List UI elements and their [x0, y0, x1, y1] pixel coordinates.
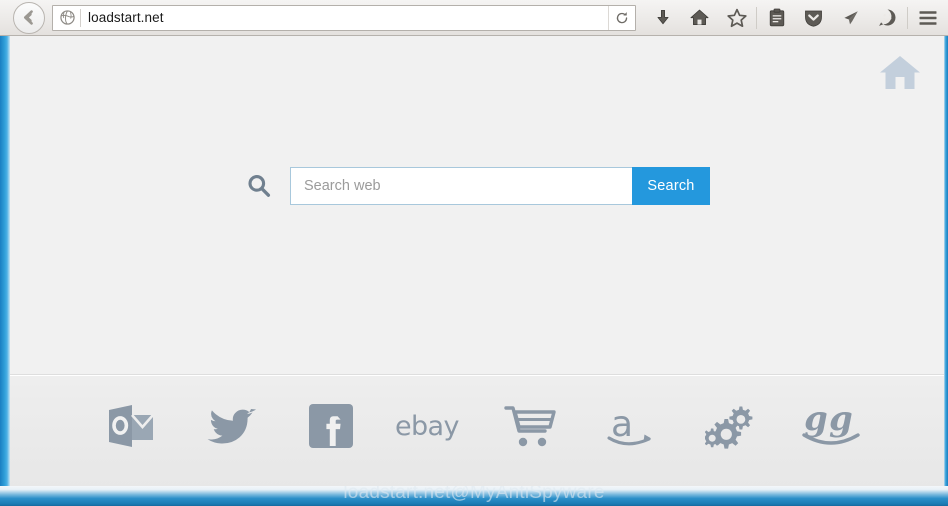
gears-settings-icon — [705, 406, 753, 449]
browser-toolbar: loadstart.net — [0, 0, 948, 36]
gg-smile-icon: g g — [802, 400, 860, 445]
downloads-button[interactable] — [644, 3, 681, 33]
shortcut-twitter[interactable] — [194, 395, 268, 457]
back-arrow-icon — [23, 10, 33, 25]
search-button[interactable]: Search — [632, 167, 710, 205]
toolbar-divider — [907, 6, 908, 29]
shortcut-outlook[interactable] — [94, 395, 168, 457]
pocket-button[interactable] — [795, 3, 832, 33]
address-bar[interactable]: loadstart.net — [52, 4, 636, 31]
svg-text:g: g — [829, 400, 853, 439]
svg-text:g: g — [804, 400, 828, 439]
paper-plane-icon — [843, 10, 858, 24]
url-divider — [80, 8, 81, 27]
bookmark-star-icon — [726, 8, 747, 27]
magnifier-icon — [244, 171, 274, 201]
search-section: Search — [10, 36, 944, 375]
browser-window: loadstart.net Search web Search ebay a g… — [0, 0, 948, 506]
shortcut-settings[interactable] — [694, 395, 768, 457]
home-icon — [690, 9, 709, 25]
shortcut-gg[interactable]: g g — [794, 395, 868, 457]
home-icon — [880, 56, 920, 89]
search-form: Search — [290, 167, 710, 205]
send-button[interactable] — [832, 3, 869, 33]
globe-icon — [58, 9, 76, 27]
twitter-bird-icon — [207, 409, 256, 444]
hamburger-menu-icon — [919, 10, 936, 25]
toolbar-divider — [756, 6, 757, 29]
svg-text:a: a — [611, 404, 633, 445]
reload-icon — [616, 11, 628, 23]
feedback-button[interactable] — [869, 3, 906, 33]
shortcut-ebay[interactable]: ebay — [394, 395, 468, 457]
shortcut-row: ebay a g g — [10, 395, 944, 457]
facebook-icon — [309, 404, 353, 448]
outlook-icon — [109, 405, 154, 447]
page-viewport: Search web Search ebay a g g loadstart.n… — [0, 36, 948, 506]
shortcut-facebook[interactable] — [294, 395, 368, 457]
reader-clipboard-icon — [769, 8, 784, 26]
shopping-cart-icon — [504, 406, 556, 447]
amazon-icon: a — [607, 404, 651, 446]
downloads-icon — [657, 9, 668, 24]
toolbar-icon-group — [644, 0, 948, 36]
back-button[interactable] — [13, 1, 45, 34]
page-home-button[interactable] — [878, 53, 922, 93]
pocket-shield-icon — [805, 10, 822, 27]
reader-view-button[interactable] — [758, 3, 795, 33]
menu-button[interactable] — [909, 3, 946, 33]
bookmark-button[interactable] — [718, 3, 755, 33]
reload-button[interactable] — [608, 5, 635, 30]
search-row: Search — [10, 167, 944, 205]
bottom-band: loadstart.net@MyAntiSpyware — [0, 486, 948, 506]
search-input[interactable] — [290, 167, 632, 205]
page-frame-left — [0, 36, 10, 506]
shortcut-shopping[interactable] — [494, 395, 568, 457]
page-frame-right — [944, 36, 948, 506]
shortcut-amazon[interactable]: a — [594, 395, 668, 457]
smiley-face-icon — [879, 9, 896, 26]
watermark-text: loadstart.net@MyAntiSpyware — [343, 486, 605, 503]
ebay-icon: ebay — [395, 411, 460, 442]
home-button[interactable] — [681, 3, 718, 33]
url-text: loadstart.net — [88, 10, 164, 25]
svg-text:ebay: ebay — [395, 411, 459, 442]
